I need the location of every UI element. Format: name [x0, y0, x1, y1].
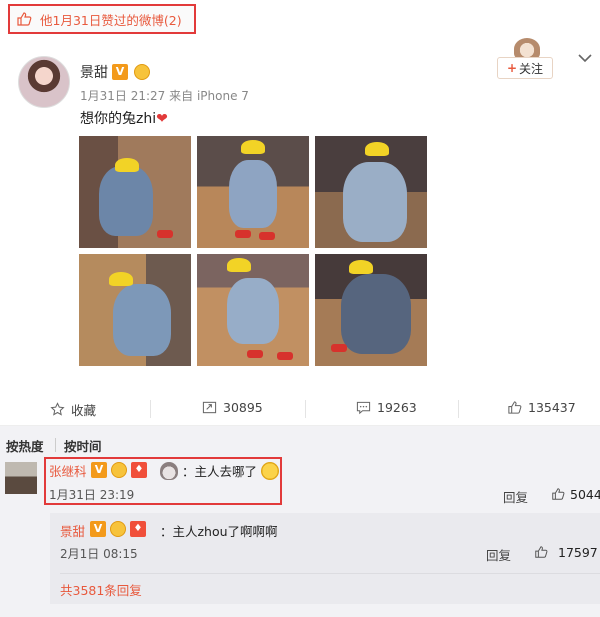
post-photo-2[interactable] — [197, 136, 309, 248]
sort-by-hot-tab[interactable]: 按热度 — [6, 436, 44, 455]
like-count: 135437 — [528, 400, 576, 415]
commenter-avatar[interactable] — [5, 462, 37, 494]
reply-text: ：主人zhou了啊啊啊 — [160, 524, 278, 539]
follow-button[interactable]: + 关注 — [497, 57, 553, 79]
divider — [458, 400, 459, 418]
reply-button[interactable]: 回复 — [486, 545, 511, 564]
post-source: 来自 iPhone 7 — [169, 89, 249, 103]
thumbs-up-icon[interactable] — [534, 545, 548, 559]
comment-text: ：主人去哪了 — [160, 461, 280, 480]
comment-text-content: ：主人去哪了 — [182, 464, 258, 479]
photo-grid — [79, 136, 429, 366]
sort-by-time-tab[interactable]: 按时间 — [64, 436, 102, 455]
repost-button[interactable]: 30895 — [202, 400, 263, 415]
comment-like-count: 5044 — [570, 487, 600, 502]
repost-count: 30895 — [223, 400, 263, 415]
post-action-bar: 收藏 30895 19263 135437 — [0, 392, 600, 426]
post-photo-5[interactable] — [197, 254, 309, 366]
liked-bar-text: 他1月31日赞过的微博(2) — [40, 12, 182, 28]
post-photo-6[interactable] — [315, 254, 427, 366]
heart-icon: ❤ — [156, 111, 168, 127]
post-username[interactable]: 景甜 — [80, 62, 108, 82]
post-photo-1[interactable] — [79, 136, 191, 248]
gift-badge-icon: ♦ — [130, 521, 146, 537]
star-icon — [50, 402, 65, 417]
post-text-content: 想你的兔zhi — [80, 111, 157, 127]
member-crown-icon — [111, 462, 127, 478]
commenter-badges: V ♦ — [91, 462, 147, 478]
reply-author-name[interactable]: 景甜 — [60, 521, 85, 540]
divider — [305, 400, 306, 418]
user-avatar[interactable] — [18, 56, 70, 108]
thumbs-up-icon — [507, 400, 522, 415]
comment-icon — [356, 400, 371, 415]
gift-badge-icon: ♦ — [131, 462, 147, 478]
commenter-name[interactable]: 张继科 — [49, 461, 87, 480]
member-crown-icon — [134, 64, 150, 80]
reply-button[interactable]: 回复 — [503, 487, 528, 506]
collect-label: 收藏 — [71, 403, 97, 418]
repost-icon — [202, 400, 217, 415]
follow-label: 关注 — [519, 61, 544, 76]
post-text: 想你的兔zhi❤ — [80, 108, 168, 128]
member-crown-icon — [110, 521, 126, 537]
verified-badge: V — [112, 64, 128, 80]
post-time[interactable]: 1月31日 21:27 — [80, 89, 165, 103]
like-button[interactable]: 135437 — [507, 400, 576, 415]
comment-count: 19263 — [377, 400, 417, 415]
reply-author-badges: V ♦ — [90, 521, 146, 537]
post-meta: 1月31日 21:27 来自 iPhone 7 — [80, 87, 249, 104]
reply-like-count: 17597 — [558, 545, 598, 560]
blush-emoji-icon — [261, 461, 280, 480]
liked-weibo-link[interactable]: 他1月31日赞过的微博(2) — [8, 4, 196, 34]
more-replies-link[interactable]: 共3581条回复 — [60, 580, 142, 599]
verified-badge: V — [91, 462, 107, 478]
thumbs-up-icon[interactable] — [551, 487, 565, 501]
collect-button[interactable]: 收藏 — [50, 400, 96, 419]
post-photo-4[interactable] — [79, 254, 191, 366]
post-photo-3[interactable] — [315, 136, 427, 248]
divider — [60, 573, 600, 574]
comment-time: 1月31日 23:19 — [49, 488, 135, 502]
rabbit-emoji-icon — [160, 461, 178, 480]
divider — [150, 400, 151, 418]
reply-time: 2月1日 08:15 — [60, 547, 138, 561]
thumbs-up-icon — [16, 11, 32, 27]
comment-button[interactable]: 19263 — [356, 400, 417, 415]
plus-icon: + — [506, 61, 518, 75]
verified-badge: V — [90, 521, 106, 537]
chevron-down-icon[interactable] — [578, 53, 592, 63]
divider — [55, 438, 56, 452]
